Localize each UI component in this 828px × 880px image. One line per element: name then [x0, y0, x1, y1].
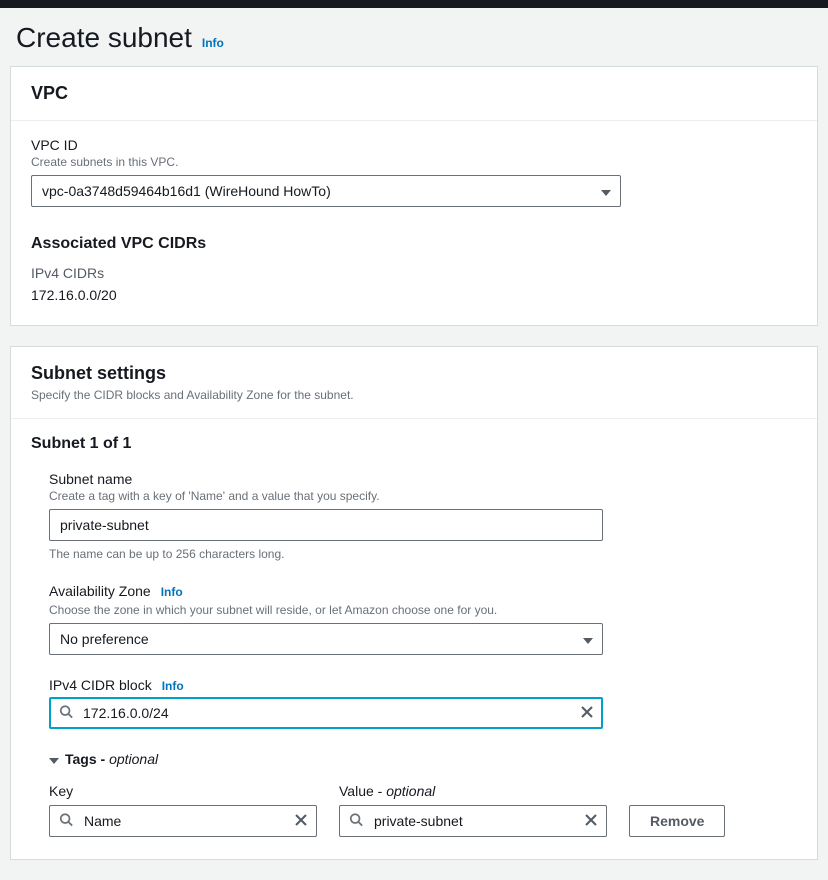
page-info-link[interactable]: Info	[202, 36, 224, 50]
tag-key-column: Key	[49, 783, 317, 837]
vpc-id-select[interactable]: vpc-0a3748d59464b16d1 (WireHound HowTo)	[31, 175, 621, 207]
az-info-link[interactable]: Info	[161, 585, 183, 599]
remove-tag-button[interactable]: Remove	[629, 805, 725, 837]
ipv4-cidr-label: IPv4 CIDR block	[49, 677, 152, 693]
page-title: Create subnet	[16, 22, 192, 54]
subnet-name-char-help: The name can be up to 256 characters lon…	[49, 547, 797, 561]
subnet-settings-title: Subnet settings	[31, 363, 797, 384]
clear-icon[interactable]	[581, 705, 593, 721]
subnet-index-label: Subnet 1 of 1	[31, 435, 797, 453]
vpc-id-selected-value: vpc-0a3748d59464b16d1 (WireHound HowTo)	[42, 183, 331, 199]
subnet-settings-subtitle: Specify the CIDR blocks and Availability…	[31, 388, 797, 402]
caret-down-icon	[49, 751, 59, 767]
subnet-name-help: Create a tag with a key of 'Name' and a …	[49, 489, 797, 503]
az-help: Choose the zone in which your subnet wil…	[49, 603, 797, 617]
subnet-name-label: Subnet name	[49, 471, 797, 487]
search-icon	[349, 813, 363, 830]
ipv4-cidr-info-link[interactable]: Info	[162, 679, 184, 693]
search-icon	[59, 813, 73, 830]
subnet-name-input[interactable]	[49, 509, 603, 541]
tags-label: Tags - optional	[65, 751, 158, 767]
vpc-id-label: VPC ID	[31, 137, 797, 153]
clear-icon[interactable]	[585, 813, 597, 829]
tags-row: Key Value - optional	[49, 783, 797, 837]
tag-key-input[interactable]	[49, 805, 317, 837]
subnet-settings-header: Subnet settings Specify the CIDR blocks …	[11, 347, 817, 419]
az-label: Availability Zone	[49, 583, 151, 599]
az-select[interactable]: No preference	[49, 623, 603, 655]
tags-toggle[interactable]: Tags - optional	[49, 751, 797, 767]
clear-icon[interactable]	[295, 813, 307, 829]
vpc-id-help: Create subnets in this VPC.	[31, 155, 797, 169]
ipv4-cidrs-label: IPv4 CIDRs	[31, 265, 797, 281]
tag-value-input[interactable]	[339, 805, 607, 837]
tag-value-label: Value - optional	[339, 783, 607, 799]
subnet-settings-body: Subnet 1 of 1 Subnet name Create a tag w…	[11, 419, 817, 859]
az-selected-value: No preference	[60, 631, 149, 647]
ipv4-cidrs-value: 172.16.0.0/20	[31, 287, 797, 303]
vpc-panel-header: VPC	[11, 67, 817, 121]
subnet-settings-panel: Subnet settings Specify the CIDR blocks …	[10, 346, 818, 860]
page-header: Create subnet Info	[0, 8, 828, 66]
subnet-name-field: Subnet name Create a tag with a key of '…	[49, 471, 797, 561]
availability-zone-field: Availability Zone Info Choose the zone i…	[49, 583, 797, 655]
tag-value-column: Value - optional	[339, 783, 607, 837]
vpc-panel-body: VPC ID Create subnets in this VPC. vpc-0…	[11, 121, 817, 325]
tag-key-label: Key	[49, 783, 317, 799]
vpc-panel: VPC VPC ID Create subnets in this VPC. v…	[10, 66, 818, 326]
ipv4-cidr-input[interactable]	[49, 697, 603, 729]
top-nav-bar	[0, 0, 828, 8]
search-icon	[59, 705, 73, 722]
associated-cidrs-header: Associated VPC CIDRs	[31, 235, 797, 253]
ipv4-cidr-input-wrap	[49, 697, 603, 729]
ipv4-cidr-field: IPv4 CIDR block Info	[49, 677, 797, 729]
vpc-panel-title: VPC	[31, 83, 797, 104]
